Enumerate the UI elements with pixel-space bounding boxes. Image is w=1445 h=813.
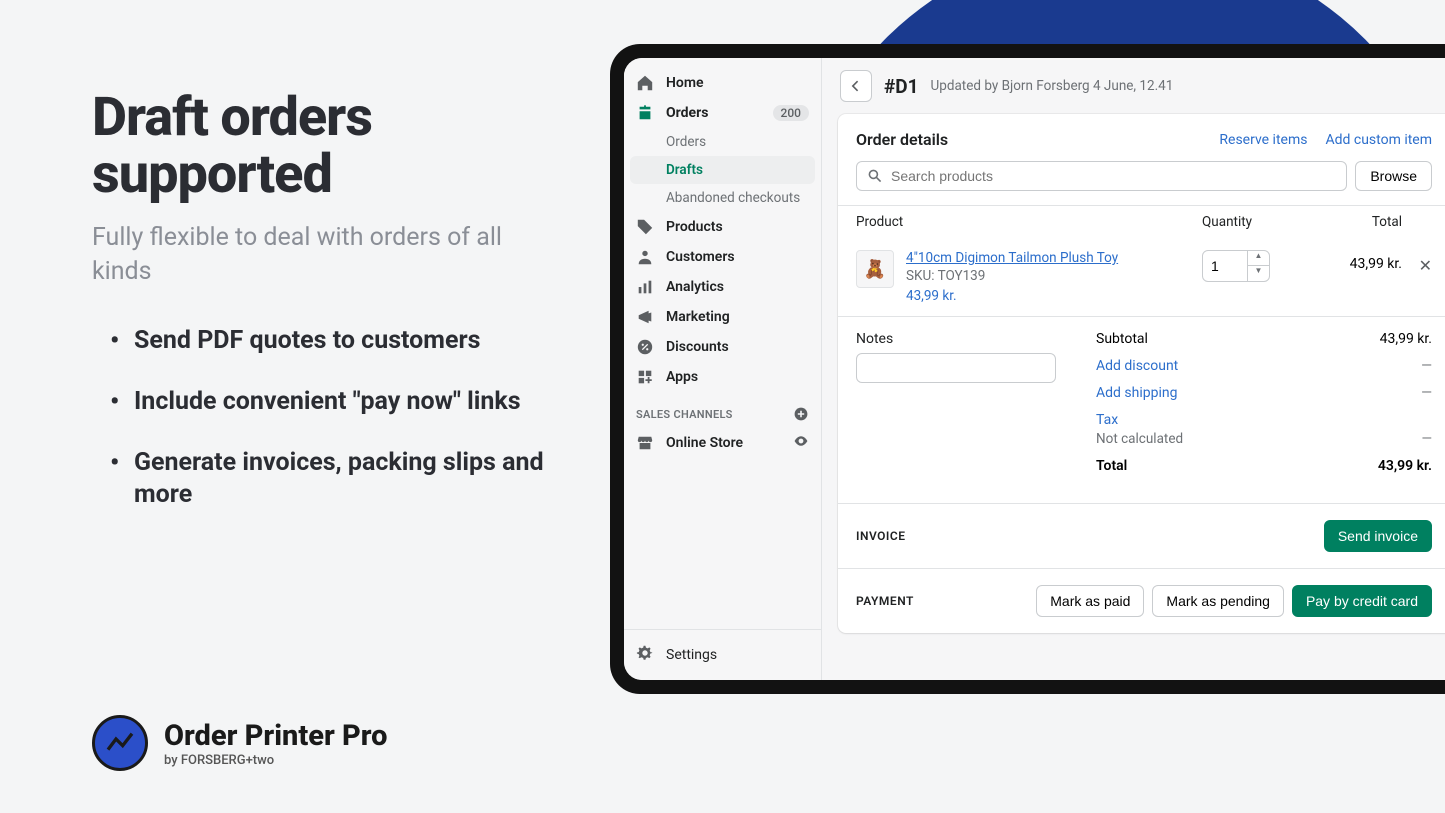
sidebar-item-settings[interactable]: Settings <box>624 629 821 680</box>
brand-block: Order Printer Pro by FORSBERG+two <box>92 715 387 771</box>
page-header: #D1 Updated by Bjorn Forsberg 4 June, 12… <box>822 58 1445 114</box>
order-details-title: Order details <box>856 130 948 149</box>
sidebar-item-label: Orders <box>666 105 708 121</box>
apps-icon <box>636 368 654 386</box>
notes-label: Notes <box>856 331 1056 347</box>
quantity-stepper[interactable]: ▲ ▼ <box>1202 250 1270 282</box>
tax-link[interactable]: Tax <box>1096 412 1118 428</box>
line-item: 🧸 4"10cm Digimon Tailmon Plush Toy SKU: … <box>838 238 1445 316</box>
home-icon <box>636 74 654 92</box>
order-details-card: Order details Reserve items Add custom i… <box>838 114 1445 633</box>
promo-subhead: Fully flexible to deal with orders of al… <box>92 221 562 289</box>
search-input[interactable] <box>891 168 1336 184</box>
product-sku: SKU: TOY139 <box>906 268 1202 284</box>
brand-logo-icon <box>92 715 148 771</box>
promo-panel: Draft orders supported Fully flexible to… <box>92 90 562 540</box>
notes-input[interactable] <box>856 353 1056 383</box>
invoice-label: INVOICE <box>856 529 906 543</box>
sidebar-item-online-store[interactable]: Online Store <box>624 428 821 458</box>
product-name-link[interactable]: 4"10cm Digimon Tailmon Plush Toy <box>906 250 1202 266</box>
remove-line-icon[interactable]: ✕ <box>1402 250 1432 275</box>
add-channel-icon[interactable] <box>793 406 809 422</box>
line-total: 43,99 kr. <box>1302 250 1402 272</box>
gear-icon <box>636 644 654 666</box>
tag-icon <box>636 218 654 236</box>
megaphone-icon <box>636 308 654 326</box>
subtotal-value: 43,99 kr. <box>1380 331 1432 347</box>
device-frame: Home Orders 200 Orders Drafts Abandoned … <box>610 44 1445 694</box>
sidebar-sub-orders[interactable]: Orders <box>624 128 821 156</box>
sidebar-item-products[interactable]: Products <box>624 212 821 242</box>
product-thumbnail: 🧸 <box>856 250 894 288</box>
payment-label: PAYMENT <box>856 594 914 608</box>
sidebar-item-home[interactable]: Home <box>624 68 821 98</box>
sidebar-item-marketing[interactable]: Marketing <box>624 302 821 332</box>
promo-headline: Draft orders supported <box>92 90 562 203</box>
sidebar-item-discounts[interactable]: Discounts <box>624 332 821 362</box>
sidebar-sub-drafts[interactable]: Drafts <box>630 156 815 184</box>
sidebar-item-apps[interactable]: Apps <box>624 362 821 392</box>
qty-down-icon[interactable]: ▼ <box>1248 266 1269 281</box>
qty-up-icon[interactable]: ▲ <box>1248 251 1269 266</box>
table-header: Product Quantity Total <box>838 205 1445 238</box>
mark-as-paid-button[interactable]: Mark as paid <box>1036 585 1144 617</box>
pay-by-card-button[interactable]: Pay by credit card <box>1292 585 1432 617</box>
tax-not-calculated: Not calculated— <box>1096 431 1432 447</box>
sidebar-item-orders[interactable]: Orders 200 <box>624 98 821 128</box>
promo-bullet: Include convenient "pay now" links <box>92 386 562 417</box>
promo-list: Send PDF quotes to customers Include con… <box>92 325 562 510</box>
brand-name: Order Printer Pro <box>164 719 387 753</box>
send-invoice-button[interactable]: Send invoice <box>1324 520 1432 552</box>
main-content: #D1 Updated by Bjorn Forsberg 4 June, 12… <box>822 58 1445 680</box>
add-discount-link[interactable]: Add discount <box>1096 358 1178 374</box>
sales-channels-label: SALES CHANNELS <box>624 392 821 428</box>
quantity-input[interactable] <box>1203 258 1247 274</box>
chart-icon <box>636 278 654 296</box>
browse-button[interactable]: Browse <box>1355 161 1432 191</box>
draft-id: #D1 <box>884 75 919 98</box>
sidebar-item-customers[interactable]: Customers <box>624 242 821 272</box>
sidebar-item-analytics[interactable]: Analytics <box>624 272 821 302</box>
updated-text: Updated by Bjorn Forsberg 4 June, 12.41 <box>931 78 1174 94</box>
app-screen: Home Orders 200 Orders Drafts Abandoned … <box>624 58 1445 680</box>
mark-as-pending-button[interactable]: Mark as pending <box>1152 585 1284 617</box>
add-shipping-link[interactable]: Add shipping <box>1096 385 1177 401</box>
search-products-field[interactable] <box>856 161 1347 191</box>
add-custom-item-link[interactable]: Add custom item <box>1325 132 1432 148</box>
promo-bullet: Generate invoices, packing slips and mor… <box>92 447 562 510</box>
brand-byline: by FORSBERG+two <box>164 753 387 768</box>
view-store-icon[interactable] <box>793 433 809 453</box>
promo-bullet: Send PDF quotes to customers <box>92 325 562 356</box>
back-button[interactable] <box>840 70 872 102</box>
reserve-items-link[interactable]: Reserve items <box>1219 132 1307 148</box>
subtotal-label: Subtotal <box>1096 331 1148 347</box>
sidebar-item-label: Home <box>666 75 704 91</box>
store-icon <box>636 434 654 452</box>
sidebar-sub-abandoned[interactable]: Abandoned checkouts <box>624 184 821 212</box>
total-label: Total <box>1096 458 1127 474</box>
person-icon <box>636 248 654 266</box>
product-price-link[interactable]: 43,99 kr. <box>906 288 1202 304</box>
total-value: 43,99 kr. <box>1378 458 1432 474</box>
orders-icon <box>636 104 654 122</box>
sidebar: Home Orders 200 Orders Drafts Abandoned … <box>624 58 822 680</box>
orders-badge: 200 <box>773 105 809 121</box>
search-icon <box>867 168 883 184</box>
discount-icon <box>636 338 654 356</box>
